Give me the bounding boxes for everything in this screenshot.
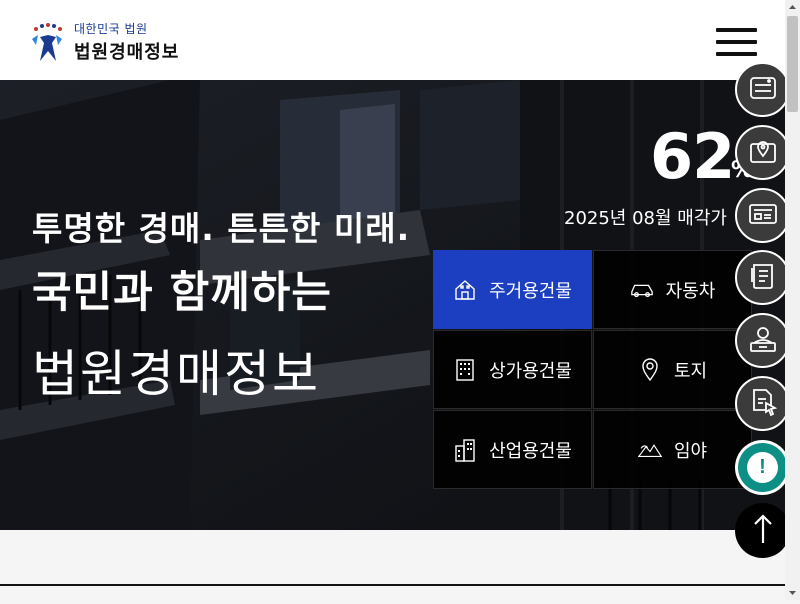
alert-circle: !	[738, 443, 787, 492]
e-filing-button[interactable]	[735, 376, 790, 431]
category-residential-button[interactable]: 주거용건물	[433, 250, 592, 329]
hamburger-line	[716, 52, 757, 56]
file-click-icon	[749, 388, 777, 420]
map-icon	[749, 138, 777, 168]
car-icon	[630, 278, 654, 302]
sale-rate-value: 62	[650, 120, 735, 193]
menu-button[interactable]	[716, 28, 757, 56]
category-label: 토지	[673, 360, 708, 382]
house-icon	[453, 278, 477, 302]
site-header: 대한민국 법원 법원경매정보	[0, 0, 785, 81]
consultation-button[interactable]	[735, 313, 790, 368]
building-icon	[453, 358, 477, 382]
logo-title: 법원경매정보	[74, 42, 180, 63]
screen-info-button[interactable]	[735, 188, 790, 243]
document-pen-icon	[750, 262, 776, 294]
scroll-up-arrow-icon[interactable]	[785, 0, 800, 15]
mountain-icon	[637, 438, 662, 462]
list-icon	[749, 76, 777, 104]
category-industrial-button[interactable]: 산업용건물	[433, 410, 592, 489]
scroll-top-button[interactable]	[735, 503, 790, 558]
exclamation-icon: !	[747, 452, 778, 483]
screen-icon	[748, 202, 778, 230]
category-forest-button[interactable]: 임야	[593, 410, 752, 489]
person-desk-icon	[748, 325, 778, 357]
category-car-button[interactable]: 자동차	[593, 250, 752, 329]
hamburger-line	[716, 28, 757, 32]
auction-list-button[interactable]	[735, 62, 790, 117]
category-grid: 주거용건물 자동차 상가용건물 토지 산업용건물 임야	[433, 250, 785, 490]
category-label: 상가용건물	[489, 360, 572, 382]
category-commercial-button[interactable]: 상가용건물	[433, 330, 592, 409]
hero-headline-2: 국민과 함께하는	[32, 268, 332, 318]
hamburger-line	[716, 40, 757, 44]
arrow-up-icon	[752, 513, 774, 549]
category-label: 임야	[673, 440, 708, 462]
category-label: 산업용건물	[489, 440, 572, 462]
map-search-button[interactable]	[735, 125, 790, 180]
category-label: 자동차	[665, 280, 716, 302]
hero-headline-3: 법원경매정보	[32, 345, 320, 403]
hero-headline-1: 투명한 경매. 튼튼한 미래.	[32, 209, 411, 248]
notice-alert-button[interactable]: !	[735, 440, 790, 495]
scrollbar-thumb[interactable]	[787, 16, 798, 112]
document-form-button[interactable]	[735, 250, 790, 305]
category-land-button[interactable]: 토지	[593, 330, 752, 409]
hero-banner: 투명한 경매. 튼튼한 미래. 국민과 함께하는 법원경매정보 62 % 202…	[0, 80, 785, 530]
court-emblem-icon	[26, 21, 68, 63]
map-pin-icon	[638, 357, 662, 382]
logo-subtitle: 대한민국 법원	[74, 22, 148, 36]
category-label: 주거용건물	[489, 280, 572, 302]
scroll-down-arrow-icon[interactable]	[785, 585, 800, 600]
section-divider	[0, 584, 785, 586]
factory-icon	[453, 438, 477, 462]
court-logo[interactable]: 대한민국 법원 법원경매정보	[26, 20, 179, 64]
page-scrollbar[interactable]	[785, 0, 800, 600]
sale-rate-label: 2025년 08월 매각가	[564, 208, 727, 229]
